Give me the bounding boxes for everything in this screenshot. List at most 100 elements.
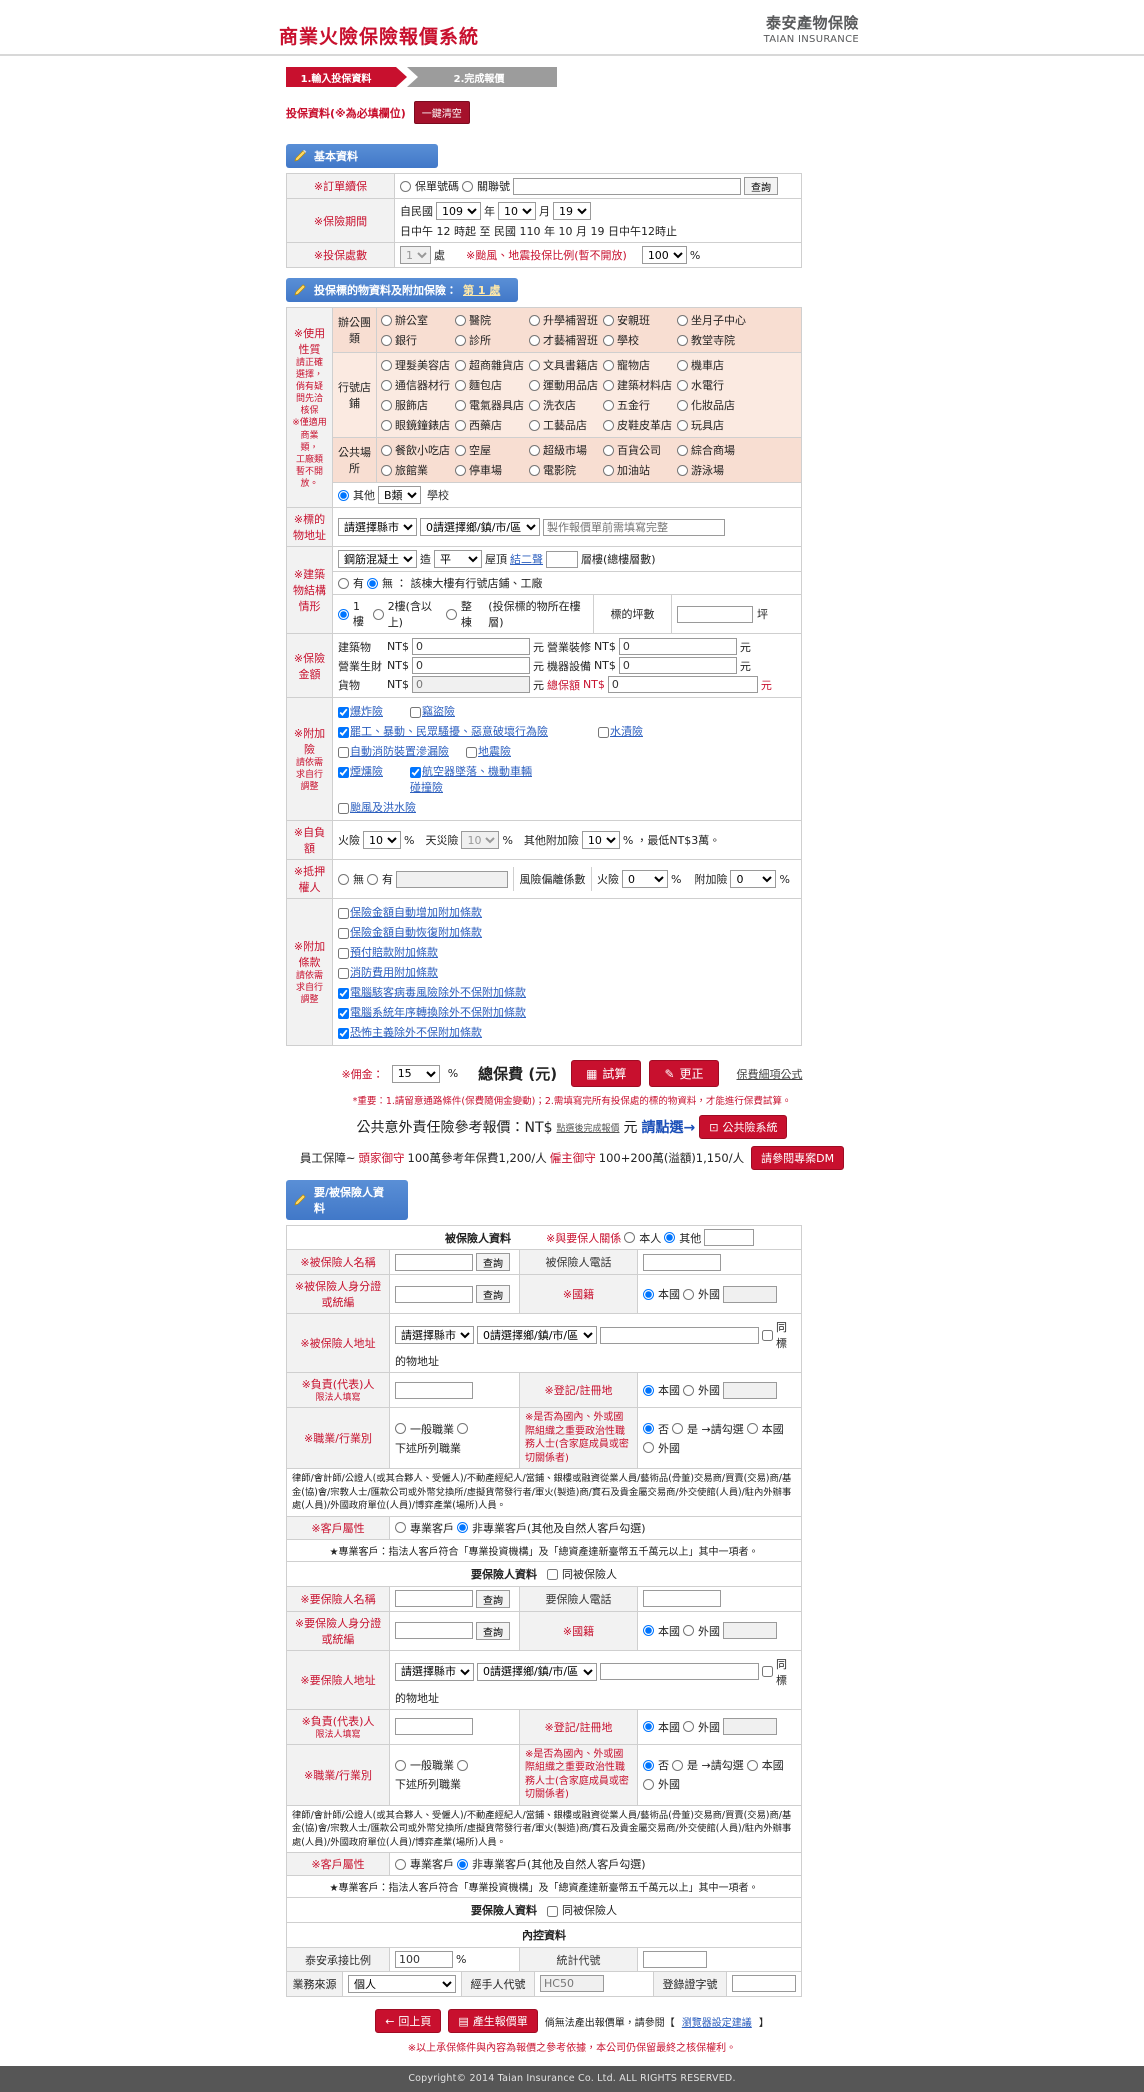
radio-usage-school[interactable] [603,335,614,346]
addon-item[interactable]: 自動消防裝置滲漏險 [338,741,466,761]
radio-policyholder-customer-nonprofessional[interactable] [457,1859,468,1870]
radio-relation-number[interactable] [462,181,473,192]
policyholder-name-query-button[interactable]: 查詢 [476,1590,510,1608]
checkbox-clause-firefighting-expense[interactable] [338,968,349,979]
radio-mortgagee-none[interactable] [338,874,349,885]
radio-pep-no[interactable] [643,1423,654,1434]
usage-option[interactable]: 洗衣店 [529,395,603,415]
policyholder-id-input[interactable] [395,1622,473,1639]
radio-structure-has[interactable] [338,578,349,589]
radio-structure-none[interactable] [367,578,378,589]
typhoon-quake-ratio-select[interactable]: 100 [642,246,687,264]
radio-usage-postpartum[interactable] [677,315,688,326]
radio-registration-foreign[interactable] [683,1385,694,1396]
usage-option[interactable]: 醫院 [455,310,529,330]
radio-occupation-general[interactable] [395,1423,406,1434]
radio-usage-hardware[interactable] [603,400,614,411]
radio-usage-restaurant[interactable] [381,445,392,456]
radio-usage-pool[interactable] [677,465,688,476]
checkbox-clause-terrorism-exclusion[interactable] [338,1028,349,1039]
checkbox-policyholder-same-address[interactable] [762,1666,773,1677]
checkbox-clause-auto-increase[interactable] [338,908,349,919]
addon-item[interactable]: 航空器墜落、機動車輛碰撞險 [410,761,538,797]
insured-county-select[interactable]: 請選擇縣市 [395,1326,474,1344]
relation-other-input[interactable] [704,1229,754,1246]
radio-pep-foreign[interactable] [643,1442,654,1453]
amount-building-input[interactable] [412,638,530,655]
usage-option[interactable]: 超級市場 [529,440,603,460]
structure-floors-input[interactable] [546,551,578,568]
usage-option[interactable]: 停車場 [455,460,529,480]
checkbox-addon-aircraft-vehicle[interactable] [410,767,421,778]
subject-location-link[interactable]: 第 1 處 [463,282,500,298]
clause-item[interactable]: 恐怖主義除外不保附加條款 [338,1022,538,1042]
radio-policy-number[interactable] [400,181,411,192]
clause-item[interactable]: 消防費用附加條款 [338,962,638,982]
usage-option[interactable]: 寵物店 [603,355,677,375]
radio-usage-telecom[interactable] [381,380,392,391]
premium-formula-link[interactable]: 保費細項公式 [737,1066,803,1082]
radio-policyholder-occupation-listed[interactable] [457,1760,468,1771]
acceptance-share-input[interactable] [395,1951,453,1968]
checkbox-addon-explosion[interactable] [338,707,349,718]
usage-option[interactable]: 銀行 [381,330,455,350]
usage-option[interactable]: 安親班 [603,310,677,330]
business-source-select[interactable]: 個人 [348,1975,456,1993]
radio-usage-vacant[interactable] [455,445,466,456]
radio-policyholder-pep-no[interactable] [643,1760,654,1771]
radio-usage-cosmetics[interactable] [677,400,688,411]
radio-policyholder-occupation-general[interactable] [395,1760,406,1771]
checkbox-clause-advance-payment[interactable] [338,948,349,959]
radio-usage-leather[interactable] [603,420,614,431]
radio-customer-nonprofessional[interactable] [457,1522,468,1533]
checkbox-addon-earthquake[interactable] [466,747,477,758]
radio-usage-stationery[interactable] [529,360,540,371]
usage-option[interactable]: 加油站 [603,460,677,480]
policyholder-id-query-button[interactable]: 查詢 [476,1622,510,1640]
radio-relation-other[interactable] [664,1232,675,1243]
clause-item[interactable]: 電腦系統年序轉換除外不保附加條款 [338,1002,638,1022]
coef-fire-select[interactable]: 0 [622,870,668,888]
clear-all-button[interactable]: 一鍵清空 [414,101,470,124]
radio-usage-bakery[interactable] [455,380,466,391]
usage-option[interactable]: 電影院 [529,460,603,480]
deductible-fire-select[interactable]: 10 [363,831,401,849]
addon-item[interactable]: 地震險 [466,741,726,761]
radio-usage-clinic[interactable] [455,335,466,346]
usage-other-text[interactable] [424,487,719,504]
usage-option[interactable]: 工藝品店 [529,415,603,435]
checkbox-addon-sprinkler-leak[interactable] [338,747,349,758]
radio-usage-crafts[interactable] [529,420,540,431]
period-day-select[interactable]: 19 [553,202,591,220]
checkbox-policyholder-same-as-insured[interactable] [547,1569,558,1580]
amount-goods-input[interactable] [412,676,530,693]
registration-other-input[interactable] [723,1382,777,1399]
checkbox-clause-auto-reinstate[interactable] [338,928,349,939]
radio-policyholder-pep-yes[interactable] [672,1760,683,1771]
radio-usage-toys[interactable] [677,420,688,431]
back-button[interactable]: ← 回上頁 [375,2009,441,2033]
browser-settings-link[interactable]: 瀏覽器設定建議 [682,2014,752,2029]
statistic-code-input[interactable] [643,1951,707,1968]
agent-code-input[interactable] [540,1975,604,1992]
addon-item[interactable]: 罷工、暴動、民眾騷擾、惡意破壞行為險 [338,721,598,741]
mortgagee-name-input[interactable] [396,871,508,888]
amount-machinery-input[interactable] [619,657,737,674]
radio-customer-professional[interactable] [395,1522,406,1533]
radio-usage-department-store[interactable] [603,445,614,456]
radio-policyholder-registration-foreign[interactable] [683,1721,694,1732]
radio-usage-pharmacy[interactable] [455,420,466,431]
radio-nationality-foreign[interactable] [683,1289,694,1300]
checkbox-addon-burglary[interactable] [410,707,421,718]
usage-option[interactable]: 超商雜貨店 [455,355,529,375]
addon-item[interactable]: 水漬險 [598,721,670,741]
location-count-select[interactable]: 1 [400,246,431,264]
insured-name-query-button[interactable]: 查詢 [476,1253,510,1271]
usage-option[interactable]: 升學補習班 [529,310,603,330]
radio-usage-talent-school[interactable] [529,335,540,346]
radio-usage-apparel[interactable] [381,400,392,411]
radio-usage-sports[interactable] [529,380,540,391]
period-month-select[interactable]: 10 [498,202,536,220]
policyholder-name-input[interactable] [395,1590,473,1607]
insured-phone-input[interactable] [643,1254,721,1271]
